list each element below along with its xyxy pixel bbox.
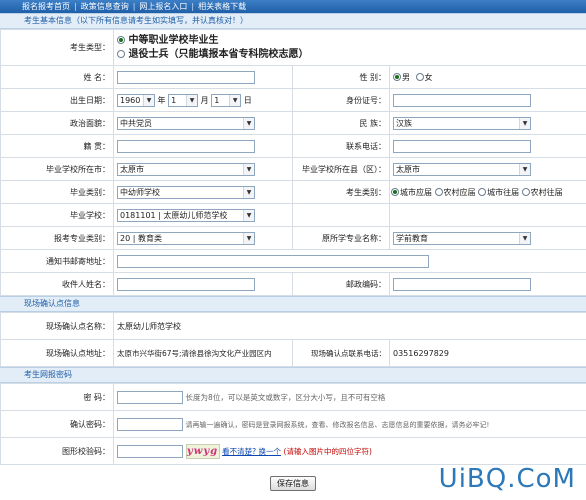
password-label: 密 码：	[0, 383, 114, 411]
native-place-input[interactable]	[117, 139, 255, 153]
birth-day-unit: 日	[243, 95, 252, 105]
birth-month-select[interactable]: 1 ▼	[168, 93, 199, 107]
gender-male-radio[interactable]	[393, 73, 401, 81]
recipient-input[interactable]	[117, 277, 255, 291]
section-basic-info: 考生基本信息（以下所有信息请考生如实填写，并认真核对！）	[0, 13, 586, 29]
postcode-label: 邮政编码：	[292, 272, 390, 296]
point-name-value: 太原幼儿师范学校	[112, 312, 586, 340]
politics-select[interactable]: 中共党员 ▼	[117, 116, 255, 130]
birth-year-select[interactable]: 1960 ▼	[117, 93, 155, 107]
school-label: 毕业学校：	[0, 203, 114, 227]
recipient-label: 收件人姓名：	[0, 272, 114, 296]
captcha-input[interactable]	[117, 444, 183, 458]
category-city-fresh-label: 城市应届	[400, 187, 432, 197]
captcha-label: 图形校验码：	[0, 437, 114, 465]
candidate-type-vocational-label: 中等职业学校毕业生	[128, 34, 219, 46]
grad-type-select[interactable]: 中幼师学校 ▼	[117, 185, 255, 199]
candidate-category-label: 考生类别：	[292, 180, 390, 204]
password-table: 密 码： 长度为8位，可以是英文或数字，区分大小写，且不可有空格 确认密码： 请…	[0, 383, 586, 465]
captcha-image[interactable]: ywyg	[185, 443, 220, 459]
major-category-label: 报考专业类别：	[0, 226, 114, 250]
candidate-type-veteran-label: 退役士兵（只能填报本省专科院校志愿）	[128, 48, 309, 60]
birth-month-unit: 月	[200, 95, 209, 105]
candidate-type-radio-vocational[interactable]	[117, 36, 125, 44]
gender-label: 性 别：	[292, 65, 390, 89]
candidate-type-options: 中等职业学校毕业生 退役士兵（只能填报本省专科院校志愿）	[112, 29, 586, 66]
birth-label: 出生日期：	[0, 88, 114, 112]
confirm-password-input[interactable]	[117, 417, 183, 431]
category-rural-past-radio[interactable]	[521, 188, 530, 196]
ethnic-select[interactable]: 汉族 ▼	[393, 116, 531, 130]
top-nav: 报名报考首页 | 政策信息查询 | 网上报名入口 | 相关表格下载	[0, 0, 586, 13]
gender-female-label: 女	[424, 72, 433, 82]
school-county-label: 毕业学校所在县（区）：	[292, 157, 390, 181]
name-input[interactable]	[117, 70, 255, 84]
candidate-type-radio-veteran[interactable]	[117, 50, 125, 58]
section-confirmation-point: 现场确认点信息	[0, 296, 586, 312]
basic-info-table: 考生类型： 中等职业学校毕业生 退役士兵（只能填报本省专科院校志愿） 姓 名： …	[0, 29, 586, 296]
birth-day-select[interactable]: 1 ▼	[211, 93, 242, 107]
password-hint: 长度为8位，可以是英文或数字，区分大小写，且不可有空格	[185, 392, 386, 402]
name-label: 姓 名：	[0, 65, 114, 89]
confirm-password-hint: 请再输一遍确认，密码是登录网报系统，查看、修改报名信息、志愿信息的重要依据，请务…	[185, 420, 490, 429]
point-phone-label: 现场确认点联系电话：	[292, 339, 390, 367]
password-input[interactable]	[117, 390, 183, 404]
watermark: UiBQ.CoM	[438, 464, 576, 494]
captcha-unclear-link[interactable]: 看不清楚?	[222, 447, 258, 456]
category-rural-fresh-radio[interactable]	[434, 188, 443, 196]
school-city-select[interactable]: 太原市 ▼	[117, 162, 255, 176]
id-number-input[interactable]	[393, 93, 531, 107]
captcha-hint: (请输入图片中的四位字符)	[283, 446, 372, 456]
school-city-label: 毕业学校所在市：	[0, 157, 114, 181]
nav-register[interactable]: 网上报名入口	[135, 1, 191, 12]
confirm-password-label: 确认密码：	[0, 410, 114, 438]
school-county-select[interactable]: 太原市 ▼	[393, 162, 531, 176]
nav-policy[interactable]: 政策信息查询	[77, 1, 133, 12]
mail-address-label: 通知书邮寄地址：	[0, 249, 114, 273]
category-city-fresh-radio[interactable]	[391, 188, 399, 196]
section-password: 考生网报密码	[0, 367, 586, 383]
major-category-select[interactable]: 20 | 教育类 ▼	[117, 231, 255, 245]
original-major-select[interactable]: 学前教育 ▼	[393, 231, 531, 245]
gender-female-radio[interactable]	[415, 73, 424, 81]
original-major-label: 原所学专业名称：	[292, 226, 390, 250]
phone-input[interactable]	[393, 139, 531, 153]
nav-home[interactable]: 报名报考首页	[18, 1, 74, 12]
confirmation-point-table: 现场确认点名称： 太原幼儿师范学校 现场确认点地址： 太原市兴华街67号;清徐县…	[0, 312, 586, 367]
point-address-label: 现场确认点地址：	[0, 339, 114, 367]
point-phone-value: 03516297829	[388, 339, 586, 367]
category-city-past-label: 城市往届	[487, 187, 520, 197]
native-place-label: 籍 贯：	[0, 134, 114, 158]
school-select[interactable]: 0181101 | 太原幼儿师范学校 ▼	[117, 208, 255, 222]
category-rural-past-label: 农村往届	[530, 187, 563, 197]
point-name-label: 现场确认点名称：	[0, 312, 114, 340]
captcha-refresh-link[interactable]: 换一个	[258, 447, 281, 456]
id-number-label: 身份证号：	[292, 88, 390, 112]
category-city-past-radio[interactable]	[478, 188, 487, 196]
point-address-value: 太原市兴华街67号;清徐县徐沟文化产业园区内	[113, 339, 293, 367]
grad-type-label: 毕业类别：	[0, 180, 114, 204]
nav-downloads[interactable]: 相关表格下载	[194, 1, 250, 12]
mail-address-input[interactable]	[117, 254, 429, 268]
category-rural-fresh-label: 农村应届	[443, 187, 476, 197]
save-button[interactable]: 保存信息	[270, 476, 316, 491]
candidate-type-label: 考生类型：	[0, 29, 114, 66]
gender-male-label: 男	[402, 72, 410, 82]
birth-year-unit: 年	[157, 95, 166, 105]
politics-label: 政治面貌：	[0, 111, 114, 135]
postcode-input[interactable]	[393, 277, 531, 291]
phone-label: 联系电话：	[292, 134, 390, 158]
ethnic-label: 民 族：	[292, 111, 390, 135]
